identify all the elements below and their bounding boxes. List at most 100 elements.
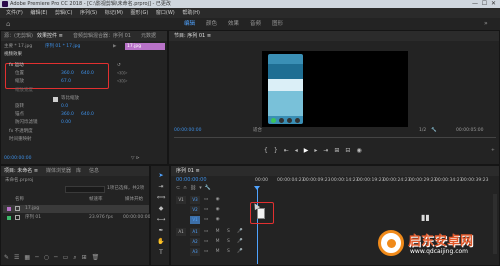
resolution-dropdown[interactable]: 1/2 xyxy=(419,127,426,135)
track-controls-a2[interactable]: ▭ M S 🎤 xyxy=(204,238,246,246)
menu-file[interactable]: 文件(F) xyxy=(6,10,23,16)
tab-project[interactable]: 项目: 未命名 ≡ xyxy=(4,166,38,176)
uniform-scale-checkbox[interactable] xyxy=(53,97,58,102)
menu-window[interactable]: 窗口(W) xyxy=(156,10,175,16)
position-x-value[interactable]: 360.0 xyxy=(61,70,74,78)
program-timecode[interactable]: 00:00:00:00 xyxy=(174,127,201,135)
project-row-selected[interactable]: 17.jpg xyxy=(3,205,149,213)
project-row[interactable]: 序列 01 23.976 fps 00:00:00:00 xyxy=(3,214,150,222)
motion-effect-label[interactable]: fx 运动 xyxy=(9,62,24,70)
tab-source[interactable]: 源：(无剪辑) xyxy=(4,31,33,41)
menu-edit[interactable]: 编辑(E) xyxy=(30,10,47,16)
tab-sequence[interactable]: 序列 01 ≡ xyxy=(176,166,200,176)
play-icon[interactable]: ▶ xyxy=(304,147,315,154)
slip-tool-icon[interactable]: ⟷ xyxy=(156,214,166,225)
go-to-in-icon[interactable]: ⇤ xyxy=(284,147,295,154)
linked-selection-icon[interactable]: ⛓ xyxy=(190,185,199,191)
tab-libraries[interactable]: 库 xyxy=(76,166,81,176)
timeline-timecode[interactable]: 00:00:00:00 xyxy=(176,176,207,184)
column-name[interactable]: 名称 xyxy=(15,196,24,204)
selection-tool-icon[interactable]: ➤ xyxy=(156,170,166,181)
workspace-graphics[interactable]: 图形 xyxy=(272,18,283,30)
column-media-start[interactable]: 媒体开始 xyxy=(125,196,143,204)
scale-value[interactable]: 67.0 xyxy=(61,78,71,86)
effect-controls-clip[interactable]: 17.jpg xyxy=(125,43,165,50)
step-back-icon[interactable]: ◂ xyxy=(295,147,304,154)
icon-view-icon[interactable]: ▦ xyxy=(24,254,35,261)
zoom-slider[interactable]: ─○─ xyxy=(35,254,62,261)
anchor-x-value[interactable]: 360.0 xyxy=(61,111,74,119)
list-view-icon[interactable]: ☰ xyxy=(14,254,24,261)
tab-metadata[interactable]: 元数据 xyxy=(141,31,156,41)
tab-info[interactable]: 信息 xyxy=(89,166,99,176)
timeline-clip-thumbnail[interactable] xyxy=(257,208,265,219)
reset-icon[interactable]: ↺ xyxy=(117,62,121,70)
tab-media-browser[interactable]: 媒体浏览器 xyxy=(46,166,71,176)
add-button-icon[interactable]: + xyxy=(491,147,495,155)
track-select-tool-icon[interactable]: ⇥ xyxy=(156,181,166,192)
position-y-value[interactable]: 640.0 xyxy=(81,70,94,78)
menu-sequence[interactable]: 序列(S) xyxy=(80,10,97,16)
track-source-v1[interactable]: V1 xyxy=(176,196,186,204)
pencil-icon[interactable]: ✎ xyxy=(4,254,14,261)
home-icon[interactable]: ⌂ xyxy=(6,18,10,30)
track-v3-label[interactable]: V3 xyxy=(190,196,200,204)
program-scrub-bar[interactable] xyxy=(174,137,496,138)
new-bin-icon[interactable]: ▭ xyxy=(63,254,74,261)
keyframe-nav-icon[interactable]: ◁◇▷ xyxy=(117,70,127,78)
timeline-ruler[interactable]: 00:00 00:00:04:23 00:00:09:23 00:00:14:2… xyxy=(255,178,495,188)
export-frame-icon[interactable]: ◉ xyxy=(356,147,367,154)
workspace-menu-icon[interactable]: » xyxy=(484,18,488,30)
menu-help[interactable]: 帮助(H) xyxy=(182,10,200,16)
flicker-value[interactable]: 0.00 xyxy=(61,119,71,127)
track-a3-label[interactable]: A3 xyxy=(190,248,200,256)
track-source-a1[interactable]: A1 xyxy=(176,228,186,236)
anchor-y-value[interactable]: 640.0 xyxy=(81,111,94,119)
time-remap-label[interactable]: 时间重映射 xyxy=(9,136,32,144)
mark-in-icon[interactable]: { xyxy=(264,147,274,154)
rotation-value[interactable]: 0.0 xyxy=(61,103,68,111)
filter-icon[interactable]: ▽ ⊳ xyxy=(131,155,140,163)
track-controls-a1[interactable]: ▭ M S 🎤 xyxy=(204,228,246,236)
workspace-effects[interactable]: 效果 xyxy=(228,18,239,30)
track-a2-label[interactable]: A2 xyxy=(190,238,200,246)
tab-program[interactable]: 节目: 序列 01 ≡ xyxy=(174,31,211,41)
overwrite-icon[interactable]: ⊟ xyxy=(345,147,356,154)
settings-icon[interactable]: 🔧 xyxy=(205,185,214,191)
effect-controls-timecode[interactable]: 00:00:00:00 xyxy=(4,155,31,163)
tab-effect-controls[interactable]: 效果控件 ≡ xyxy=(37,31,63,41)
workspace-audio[interactable]: 音频 xyxy=(250,18,261,30)
search-icon[interactable]: ⌕ xyxy=(73,254,81,261)
project-search-input[interactable] xyxy=(65,186,105,193)
delete-icon[interactable]: 🗑 xyxy=(92,254,105,261)
insert-icon[interactable]: ⊞ xyxy=(334,147,345,154)
track-v2-label[interactable]: V2 xyxy=(190,206,200,214)
column-fps[interactable]: 帧速率 xyxy=(89,196,103,204)
workspace-edit[interactable]: 编辑 xyxy=(184,18,195,30)
window-controls[interactable]: — ☐ ✕ xyxy=(472,0,496,8)
sequence-clip-link[interactable]: 序列 01 * 17.jpg xyxy=(45,43,80,51)
track-controls-v1[interactable]: ▭ ◉ xyxy=(204,216,223,224)
keyframe-nav-icon[interactable]: ◁◇▷ xyxy=(117,78,127,86)
razor-tool-icon[interactable]: ◆ xyxy=(156,203,166,214)
new-item-icon[interactable]: ⊞ xyxy=(82,254,92,261)
fit-dropdown[interactable]: 适合 xyxy=(253,127,262,135)
track-controls-v3[interactable]: ▭ ◉ xyxy=(204,196,223,204)
menu-clip[interactable]: 剪辑(C) xyxy=(55,10,72,16)
menu-graphics[interactable]: 图形(G) xyxy=(131,10,149,16)
ripple-edit-tool-icon[interactable]: ⟺ xyxy=(156,192,166,203)
program-video-frame[interactable] xyxy=(262,51,408,127)
track-a1-label[interactable]: A1 xyxy=(190,228,200,236)
snap-icon[interactable]: ∩ xyxy=(183,185,190,191)
track-controls-v2[interactable]: ▭ ◉ xyxy=(204,206,223,214)
pen-tool-icon[interactable]: ✒ xyxy=(156,225,166,236)
type-tool-icon[interactable]: T xyxy=(156,247,166,258)
menu-marker[interactable]: 标记(M) xyxy=(105,10,123,16)
playhead-handle[interactable] xyxy=(254,186,260,190)
wrench-icon[interactable]: 🔧 xyxy=(431,127,437,135)
track-v1-label[interactable]: V1 xyxy=(190,216,200,224)
mark-out-icon[interactable]: } xyxy=(274,147,284,154)
track-controls-a3[interactable]: ▭ M S 🎤 xyxy=(204,248,246,256)
playhead[interactable] xyxy=(257,186,258,264)
opacity-effect-label[interactable]: fx 不透明度 xyxy=(9,128,33,136)
